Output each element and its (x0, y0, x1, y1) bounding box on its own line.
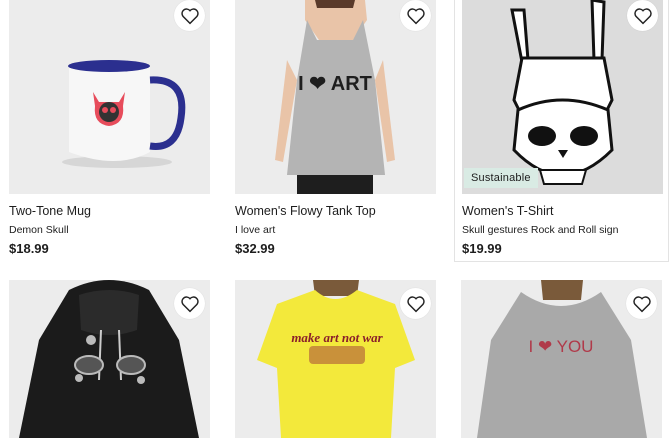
favorite-button[interactable] (174, 0, 205, 31)
product-title[interactable]: Two-Tone Mug (9, 204, 210, 218)
product-subtitle: I love art (235, 224, 276, 236)
favorite-button[interactable] (400, 288, 431, 319)
heart-outline-icon (632, 295, 651, 312)
print-text: make art not war (291, 330, 383, 345)
favorite-button[interactable] (400, 0, 431, 31)
favorite-button[interactable] (174, 288, 205, 319)
product-card-6[interactable]: I ❤ YOU (461, 280, 662, 438)
heart-outline-icon (406, 295, 425, 312)
print-text: I ❤ ART (298, 73, 372, 95)
print-text: I ❤ YOU (529, 337, 594, 356)
product-card-1[interactable]: Two-Tone Mug Demon Skull $18.99 (9, 0, 210, 256)
heart-outline-icon (180, 7, 199, 24)
tank-top-illustration: I ❤ ART (275, 0, 395, 194)
product-card-3[interactable]: Sustainable Women's T-Shirt Skull gestur… (454, 0, 669, 262)
favorite-button[interactable] (627, 0, 658, 31)
sustainable-badge: Sustainable (464, 168, 538, 188)
product-title[interactable]: Women's Flowy Tank Top (235, 204, 436, 218)
product-price: $32.99 (235, 241, 275, 256)
product-card-5[interactable]: make art not war (235, 280, 436, 438)
product-image-hoodie-black[interactable] (9, 280, 210, 438)
skull-rock-illustration (510, 0, 614, 185)
product-image-yellow-tshirt[interactable]: make art not war (235, 280, 436, 438)
product-price: $18.99 (9, 241, 49, 256)
product-subtitle: Demon Skull (9, 224, 69, 236)
product-subtitle: Skull gestures Rock and Roll sign (462, 224, 619, 236)
heart-outline-icon (633, 7, 652, 24)
product-image-grey-hoodie[interactable]: I ❤ YOU (461, 280, 662, 438)
favorite-button[interactable] (626, 288, 657, 319)
heart-outline-icon (180, 295, 199, 312)
heart-outline-icon (406, 7, 425, 24)
product-image-mug[interactable] (9, 0, 210, 194)
product-image-t-shirt[interactable]: Sustainable (462, 0, 663, 194)
product-card-2[interactable]: I ❤ ART Women's Flowy Tank Top I love ar… (235, 0, 436, 256)
product-title[interactable]: Women's T-Shirt (462, 204, 661, 218)
product-image-tank-top[interactable]: I ❤ ART (235, 0, 436, 194)
mug-illustration (62, 60, 186, 168)
product-card-4[interactable] (9, 280, 210, 438)
product-price: $19.99 (462, 241, 502, 256)
